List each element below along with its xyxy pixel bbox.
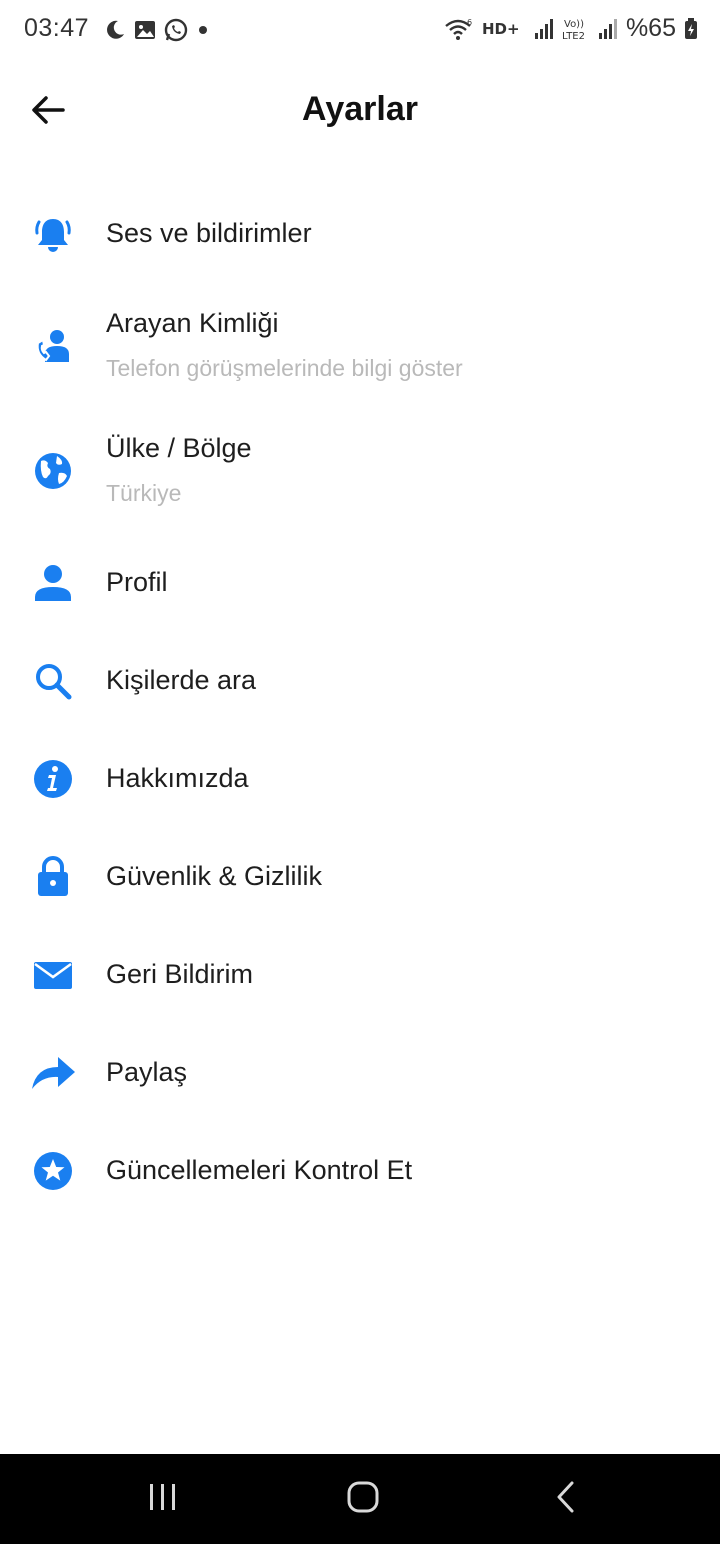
svg-text:LTE2: LTE2 [562,31,585,42]
battery-percent: %65 [625,14,676,42]
bell-icon [28,209,78,259]
whatsapp-icon [164,18,188,42]
settings-item-caller-id[interactable]: Arayan Kimliği Telefon görüşmelerinde bi… [0,286,720,406]
settings-item-security-privacy[interactable]: Güvenlik & Gizlilik [0,829,720,925]
app-bar: Ayarlar [0,70,720,154]
recent-apps-icon [147,1482,179,1517]
home-icon [346,1480,380,1519]
settings-item-title: Ülke / Bölge [106,433,252,463]
volte-lte2-icon: Vo)) LTE2 [562,16,590,42]
settings-item-title: Paylaş [106,1057,188,1087]
settings-item-check-updates[interactable]: Güncellemeleri Kontrol Et [0,1123,720,1219]
star-badge-icon [28,1146,78,1196]
svg-text:Vo)): Vo)) [564,19,584,30]
status-system-icons: 6 HD+ Vo)) LTE2 %65 [444,14,698,43]
recent-apps-button[interactable] [133,1476,193,1522]
status-bar: 03:47 6 HD+ Vo)) LTE2 %65 [0,0,720,62]
settings-item-search-contacts[interactable]: Kişilerde ara [0,633,720,729]
signal-1-icon [534,18,554,40]
globe-icon [28,446,78,496]
settings-item-title: Geri Bildirim [106,959,254,989]
settings-item-title: Hakkımızda [106,763,249,793]
person-icon [28,558,78,608]
back-nav-icon [554,1480,578,1519]
battery-icon [684,17,698,40]
gallery-icon [134,19,156,41]
home-button[interactable] [333,1476,393,1522]
settings-item-feedback[interactable]: Geri Bildirim [0,927,720,1023]
settings-item-title: Profil [106,567,168,597]
settings-item-title: Güvenlik & Gizlilik [106,861,323,891]
settings-item-title: Ses ve bildirimler [106,218,312,248]
caller-id-icon [28,321,78,371]
share-icon [28,1048,78,1098]
back-nav-button[interactable] [536,1476,596,1522]
settings-item-subtitle: Telefon görüşmelerinde bilgi göster [106,355,463,381]
settings-item-sound-notifications[interactable]: Ses ve bildirimler [0,186,720,284]
settings-item-title: Kişilerde ara [106,665,257,695]
status-notification-icons [104,18,210,42]
settings-item-country-region[interactable]: Ülke / Bölge Türkiye [0,411,720,531]
settings-item-profile[interactable]: Profil [0,536,720,632]
moon-icon [104,19,126,41]
svg-text:6: 6 [467,18,472,27]
status-time: 03:47 [24,14,90,42]
info-icon [28,754,78,804]
settings-item-about[interactable]: Hakkımızda [0,731,720,827]
signal-2-icon [598,18,618,40]
svg-text:HD+: HD+ [482,20,520,38]
hd-plus-icon: HD+ [482,17,526,41]
mail-icon [28,950,78,1000]
settings-item-subtitle: Türkiye [106,480,182,506]
wifi-icon: 6 [444,17,474,41]
system-navigation-bar [0,1454,720,1544]
settings-item-title: Arayan Kimliği [106,308,279,338]
dot-icon [196,23,210,37]
page-title: Ayarlar [302,90,418,128]
settings-item-title: Güncellemeleri Kontrol Et [106,1155,413,1185]
settings-item-share[interactable]: Paylaş [0,1025,720,1121]
lock-icon [28,851,78,901]
search-icon [28,656,78,706]
